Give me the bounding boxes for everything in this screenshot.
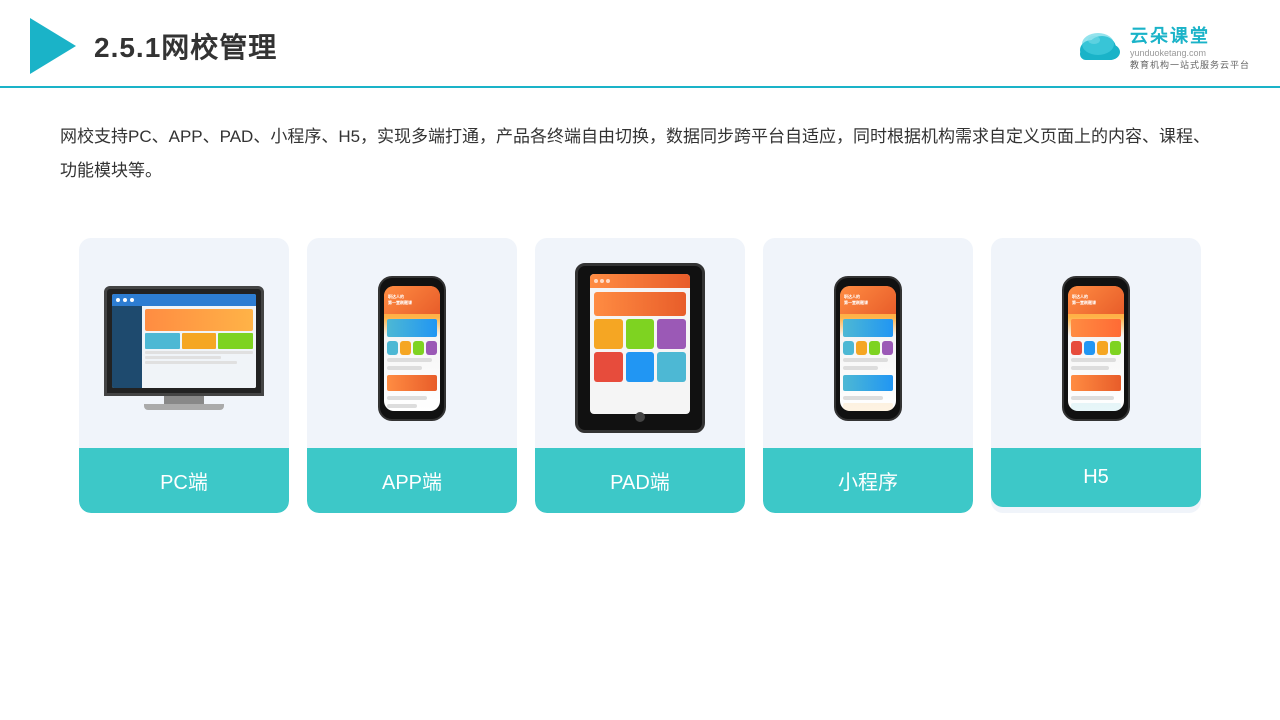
pc-mockup [99, 286, 269, 410]
phone-notch-h5 [1085, 278, 1107, 284]
card-pc-image [79, 238, 289, 448]
card-h5-image: 职达人的第一堂刷题课 [991, 238, 1201, 448]
card-h5-label: H5 [991, 448, 1201, 507]
card-pc: PC端 [79, 238, 289, 513]
card-app: 职达人的第一堂刷题课 [307, 238, 517, 513]
brand-sub: 教育机构一站式服务云平台 [1130, 58, 1250, 71]
card-pad-label: PAD端 [535, 448, 745, 513]
card-app-label: APP端 [307, 448, 517, 513]
header-right: 云朵课堂 yunduoketang.com 教育机构一站式服务云平台 [1074, 22, 1250, 71]
cards-container: PC端 职达人的第一堂刷题课 [0, 208, 1280, 513]
card-pc-label: PC端 [79, 448, 289, 513]
card-miniprogram: 职达人的第一堂刷题课 [763, 238, 973, 513]
brand-name: 云朵课堂 [1130, 22, 1210, 48]
card-h5: 职达人的第一堂刷题课 [991, 238, 1201, 513]
cloud-icon [1074, 30, 1122, 62]
card-app-image: 职达人的第一堂刷题课 [307, 238, 517, 448]
card-miniprogram-image: 职达人的第一堂刷题课 [763, 238, 973, 448]
phone-notch [401, 278, 423, 284]
header-left: 2.5.1网校管理 [30, 18, 277, 74]
app-phone-mockup: 职达人的第一堂刷题课 [378, 276, 446, 421]
brand-logo: 云朵课堂 yunduoketang.com 教育机构一站式服务云平台 [1074, 22, 1250, 71]
description-text: 网校支持PC、APP、PAD、小程序、H5，实现多端打通，产品各终端自由切换，数… [0, 88, 1280, 208]
pad-mockup [575, 263, 705, 433]
miniprogram-phone-mockup: 职达人的第一堂刷题课 [834, 276, 902, 421]
brand-url: yunduoketang.com [1130, 48, 1206, 58]
card-pad-image [535, 238, 745, 448]
card-miniprogram-label: 小程序 [763, 448, 973, 513]
page-header: 2.5.1网校管理 云朵课堂 yunduoketang.com 教育机构一站式服… [0, 0, 1280, 88]
card-pad: PAD端 [535, 238, 745, 513]
h5-phone-mockup: 职达人的第一堂刷题课 [1062, 276, 1130, 421]
logo-triangle-icon [30, 18, 76, 74]
page-title: 2.5.1网校管理 [94, 26, 277, 66]
phone-notch-mini [857, 278, 879, 284]
brand-text: 云朵课堂 yunduoketang.com 教育机构一站式服务云平台 [1130, 22, 1250, 71]
